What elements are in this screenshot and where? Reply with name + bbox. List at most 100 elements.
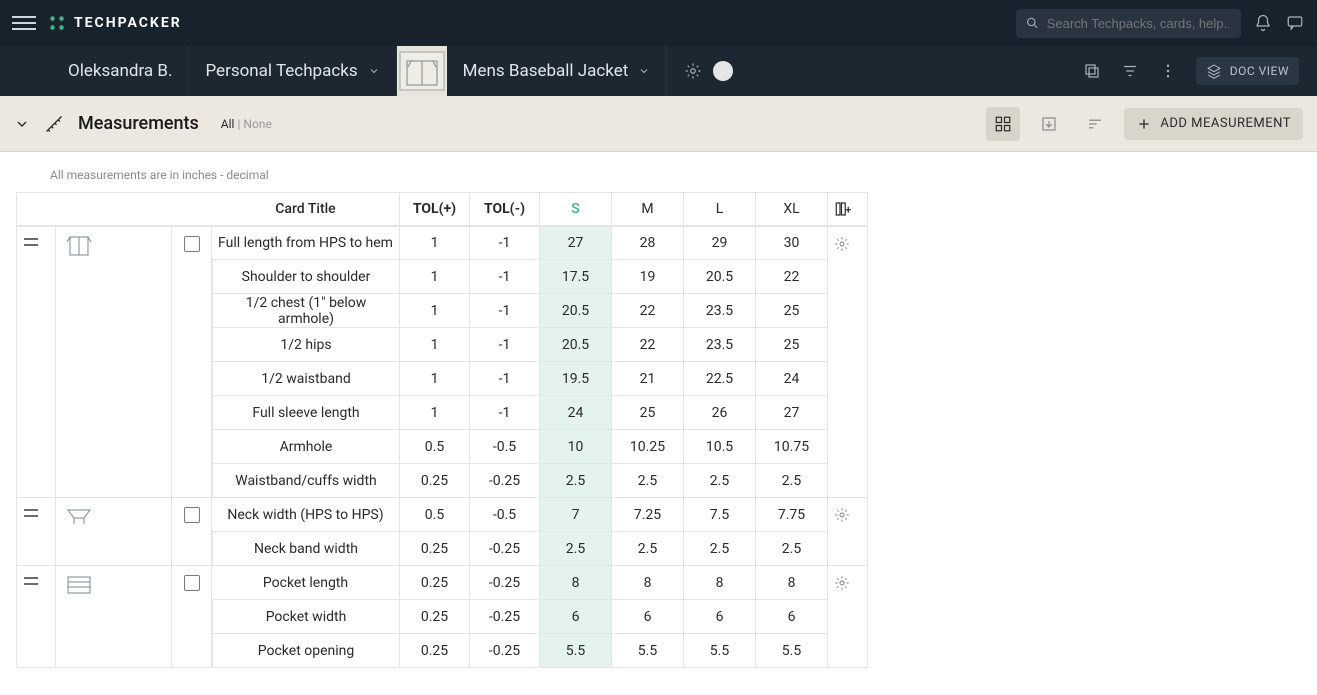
size-value-cell[interactable]: 20.5 [684, 260, 756, 294]
filter-none-link[interactable]: None [243, 117, 271, 131]
tol-minus-cell[interactable]: -1 [470, 362, 540, 396]
avatar[interactable] [713, 61, 733, 81]
size-value-cell[interactable]: 5.5 [756, 634, 828, 668]
size-value-cell[interactable]: 10.5 [684, 430, 756, 464]
drag-handle[interactable] [16, 498, 56, 566]
search-box[interactable] [1016, 9, 1241, 38]
col-size-xl[interactable]: XL [756, 192, 828, 226]
measurement-title-cell[interactable]: Pocket opening [212, 634, 400, 668]
size-value-cell[interactable]: 2.5 [540, 532, 612, 566]
tol-minus-cell[interactable]: -1 [470, 260, 540, 294]
size-value-cell[interactable]: 17.5 [540, 260, 612, 294]
row-settings-button[interactable] [828, 226, 868, 498]
size-value-cell[interactable]: 24 [540, 396, 612, 430]
size-value-cell[interactable]: 2.5 [684, 464, 756, 498]
size-value-cell[interactable]: 7.75 [756, 498, 828, 532]
group-thumbnail[interactable] [56, 226, 172, 498]
size-value-cell[interactable]: 7 [540, 498, 612, 532]
tol-plus-cell[interactable]: 1 [400, 226, 470, 260]
add-size-column-button[interactable] [828, 192, 868, 226]
size-value-cell[interactable]: 6 [540, 600, 612, 634]
size-value-cell[interactable]: 26 [684, 396, 756, 430]
gear-icon[interactable] [683, 61, 703, 81]
more-vert-icon[interactable] [1158, 61, 1178, 81]
size-value-cell[interactable]: 22 [612, 294, 684, 328]
size-value-cell[interactable]: 2.5 [540, 464, 612, 498]
tol-minus-cell[interactable]: -0.5 [470, 430, 540, 464]
tol-plus-cell[interactable]: 1 [400, 260, 470, 294]
measurement-title-cell[interactable]: Pocket width [212, 600, 400, 634]
tol-minus-cell[interactable]: -0.25 [470, 464, 540, 498]
tol-minus-cell[interactable]: -1 [470, 328, 540, 362]
col-size-m[interactable]: M [612, 192, 684, 226]
measurement-title-cell[interactable]: Full sleeve length [212, 396, 400, 430]
group-checkbox[interactable] [172, 498, 212, 566]
size-value-cell[interactable]: 5.5 [540, 634, 612, 668]
col-size-l[interactable]: L [684, 192, 756, 226]
size-value-cell[interactable]: 19.5 [540, 362, 612, 396]
size-value-cell[interactable]: 20.5 [540, 294, 612, 328]
breadcrumb-workspace[interactable]: Personal Techpacks [189, 46, 396, 96]
size-value-cell[interactable]: 2.5 [612, 532, 684, 566]
grid-view-button[interactable] [986, 107, 1020, 141]
measurement-title-cell[interactable]: 1/2 waistband [212, 362, 400, 396]
size-value-cell[interactable]: 8 [684, 566, 756, 600]
size-value-cell[interactable]: 23.5 [684, 294, 756, 328]
size-value-cell[interactable]: 10.75 [756, 430, 828, 464]
doc-view-button[interactable]: DOC VIEW [1196, 57, 1299, 85]
size-value-cell[interactable]: 25 [612, 396, 684, 430]
add-measurement-button[interactable]: ADD MEASUREMENT [1124, 108, 1303, 140]
size-value-cell[interactable]: 10 [540, 430, 612, 464]
tol-plus-cell[interactable]: 0.25 [400, 566, 470, 600]
size-value-cell[interactable]: 8 [612, 566, 684, 600]
size-value-cell[interactable]: 5.5 [612, 634, 684, 668]
tol-plus-cell[interactable]: 0.5 [400, 498, 470, 532]
size-value-cell[interactable]: 21 [612, 362, 684, 396]
size-value-cell[interactable]: 22 [756, 260, 828, 294]
group-checkbox[interactable] [172, 566, 212, 668]
drag-handle[interactable] [16, 226, 56, 498]
size-value-cell[interactable]: 2.5 [684, 532, 756, 566]
row-settings-button[interactable] [828, 498, 868, 566]
size-value-cell[interactable]: 24 [756, 362, 828, 396]
group-checkbox[interactable] [172, 226, 212, 498]
measurement-title-cell[interactable]: Neck band width [212, 532, 400, 566]
size-value-cell[interactable]: 7.25 [612, 498, 684, 532]
tol-plus-cell[interactable]: 0.5 [400, 430, 470, 464]
group-thumbnail[interactable] [56, 498, 172, 566]
measurement-title-cell[interactable]: Waistband/cuffs width [212, 464, 400, 498]
notifications-icon[interactable] [1253, 13, 1273, 33]
measurement-title-cell[interactable]: 1/2 chest (1" below armhole) [212, 294, 400, 328]
filter-icon[interactable] [1120, 61, 1140, 81]
size-value-cell[interactable]: 6 [612, 600, 684, 634]
drag-handle[interactable] [16, 566, 56, 668]
filter-all-link[interactable]: All [221, 117, 235, 131]
measurement-title-cell[interactable]: 1/2 hips [212, 328, 400, 362]
project-thumbnail[interactable] [397, 46, 447, 96]
size-value-cell[interactable]: 27 [756, 396, 828, 430]
size-value-cell[interactable]: 10.25 [612, 430, 684, 464]
size-value-cell[interactable]: 8 [540, 566, 612, 600]
size-value-cell[interactable]: 19 [612, 260, 684, 294]
size-value-cell[interactable]: 22.5 [684, 362, 756, 396]
size-value-cell[interactable]: 8 [756, 566, 828, 600]
size-value-cell[interactable]: 2.5 [612, 464, 684, 498]
sort-button[interactable] [1078, 107, 1112, 141]
size-value-cell[interactable]: 2.5 [756, 532, 828, 566]
menu-icon[interactable] [12, 11, 36, 35]
tol-plus-cell[interactable]: 1 [400, 328, 470, 362]
size-value-cell[interactable]: 2.5 [756, 464, 828, 498]
col-size-s[interactable]: S [540, 192, 612, 226]
export-button[interactable] [1032, 107, 1066, 141]
tol-minus-cell[interactable]: -0.25 [470, 566, 540, 600]
search-input[interactable] [1045, 15, 1231, 32]
group-thumbnail[interactable] [56, 566, 172, 668]
row-settings-button[interactable] [828, 566, 868, 668]
tol-minus-cell[interactable]: -0.5 [470, 498, 540, 532]
size-value-cell[interactable]: 20.5 [540, 328, 612, 362]
tol-minus-cell[interactable]: -1 [470, 396, 540, 430]
size-value-cell[interactable]: 6 [684, 600, 756, 634]
tol-plus-cell[interactable]: 0.25 [400, 634, 470, 668]
size-value-cell[interactable]: 27 [540, 226, 612, 260]
tol-plus-cell[interactable]: 0.25 [400, 532, 470, 566]
